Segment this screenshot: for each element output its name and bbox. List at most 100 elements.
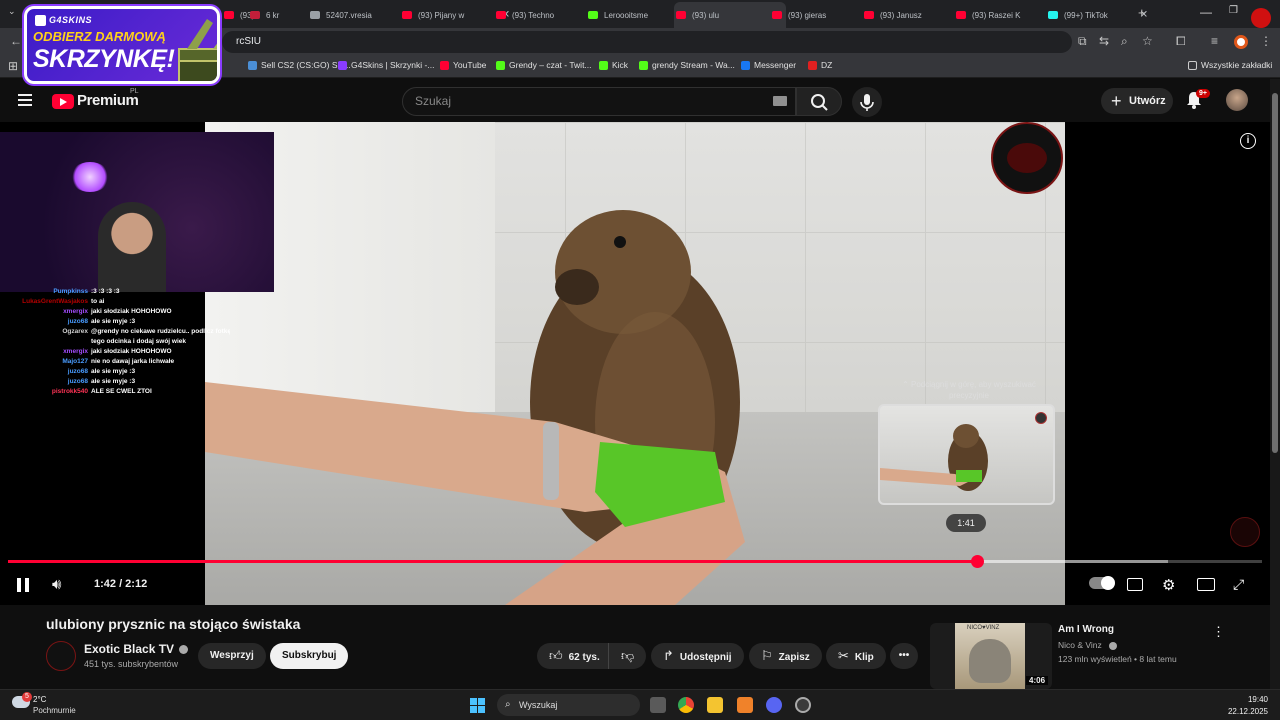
browser-tab[interactable]: (93) Janusz✕ [862,4,968,26]
zoom-icon[interactable]: ⌕ [1121,34,1128,49]
weather-temp[interactable]: 2°C [33,695,46,704]
start-windows-icon[interactable] [470,698,485,713]
chat-message: juzo68 ale sie myje :3 [0,317,230,327]
create-button[interactable]: + Utwórz [1101,88,1173,114]
channel-name-row[interactable]: Exotic Black TV [84,642,189,656]
bookmark-item[interactable]: YouTube [440,60,486,70]
save-button[interactable]: ⚐ Zapisz [749,643,822,669]
video-player[interactable]: i Pumpkinss:3 :3 :3 :3 LukasGrentWasjakos… [0,122,1270,605]
reading-list-icon[interactable]: ≡ [1211,34,1218,48]
taskbar-clock[interactable]: 19:40 22.12.2025 [1226,694,1268,718]
discord-icon[interactable] [766,697,782,713]
taskbar-search[interactable]: ⌕ Wyszukaj [497,694,640,716]
bookmark-item[interactable]: G4Skins | Skrzynki -... [338,60,434,70]
scrub-preview-time: 1:41 [946,514,986,532]
minimize-icon[interactable]: — [1200,5,1212,19]
profile-avatar-icon[interactable] [1234,35,1248,49]
create-label: Utwórz [1129,95,1166,107]
support-button[interactable]: Wesprzyj [198,643,266,669]
subtitles-icon[interactable] [1127,578,1143,591]
recommended-channel-row[interactable]: Nico & Vinz [1058,640,1118,650]
bookmark-item[interactable]: grendy Stream - Wa... [639,60,735,70]
channel-avatar[interactable] [46,641,76,671]
channel-watermark[interactable] [991,122,1063,194]
app-orange-icon[interactable] [737,697,753,713]
browser-tab[interactable]: (93) Raszei K✕ [954,4,1060,26]
clock-time: 19:40 [1247,695,1268,704]
dislike-button[interactable]: 👎︎ [608,643,647,669]
bookmark-item[interactable]: Messenger [741,60,796,70]
bookmark-item[interactable]: Grendy – czat - Twit... [496,60,592,70]
app-misc-icon[interactable] [795,697,811,713]
settings-gear-icon[interactable]: ⚙ [1162,576,1175,594]
menu-kebab-icon[interactable]: ⋮ [1260,34,1272,48]
bookmark-item[interactable]: Kick [599,60,628,70]
scrollbar-thumb[interactable] [1272,93,1278,453]
channel-name[interactable]: Exotic Black TV [84,642,174,656]
all-bookmarks[interactable]: Wszystkie zakładki [1188,60,1272,70]
profile-badge-icon[interactable] [1251,8,1271,28]
bookmark-item[interactable]: DZ [808,60,832,70]
more-actions-button[interactable]: ••• [890,643,918,669]
channel-watermark-small[interactable] [1230,517,1260,547]
chat-message: Majo127 nie no dawaj jarka lichwałe [0,357,230,367]
tab-favicon-icon [864,11,874,19]
recommended-more-icon[interactable]: ⋮ [1212,624,1225,640]
recommended-title[interactable]: Am I Wrong [1058,624,1114,635]
bookmark-favicon-icon [440,60,449,70]
bookmark-favicon-icon [639,60,648,70]
translate-icon[interactable]: ⇆ [1099,34,1109,48]
tab-search-icon[interactable]: ⌄ [8,6,16,17]
voice-search-button[interactable] [852,87,882,117]
volume-icon[interactable]: 🔊︎ [52,576,61,593]
bookmark-item[interactable]: Sell CS2 (CS:GO) Ski... [248,60,351,70]
clip-label: Klip [854,652,874,663]
page-scrollbar[interactable] [1270,79,1280,689]
chrome-icon[interactable] [678,697,694,713]
share-button[interactable]: ↱ Udostępnij [651,643,744,669]
clip-button[interactable]: ✂ Klip [826,643,886,669]
menu-hamburger-icon[interactable] [18,94,32,106]
progress-scrubber-handle[interactable] [970,555,984,568]
account-avatar[interactable] [1226,89,1248,111]
browser-tab[interactable]: (99+) TikTok ✕ [1046,4,1152,26]
browser-tab[interactable]: (93) gieras✕ [770,4,876,26]
g4skins-ad-banner[interactable]: G4SKINS ODBIERZ DARMOWĄ SKRZYNKĘ! [24,6,220,84]
maximize-icon[interactable]: ❐ [1229,5,1238,16]
pause-button[interactable] [17,578,29,592]
bookmark-favicon-icon [741,60,750,70]
youtube-logo-icon[interactable] [52,94,74,109]
subscriber-count: 451 tys. subskrybentów [84,659,179,669]
browser-tab[interactable]: (93) Techno✕ [494,4,600,26]
apps-grid-icon[interactable]: ⊞ [8,59,18,73]
weather-desc[interactable]: Pochmurnie [33,706,76,715]
back-icon[interactable]: ← [10,34,22,48]
cast-icon[interactable]: ⧉ [1078,34,1087,49]
tab-label: (93) ulu [692,10,720,20]
tab-favicon-icon [588,11,598,19]
task-view-icon[interactable] [650,697,666,713]
file-explorer-icon[interactable] [707,697,723,713]
keyboard-icon[interactable] [773,96,787,106]
extensions-icon[interactable]: ⧠ [1176,34,1186,49]
fullscreen-icon[interactable]: ⤢ [1233,576,1244,593]
scrub-preview-thumbnail [878,404,1055,505]
autoplay-toggle[interactable] [1089,576,1115,590]
like-button[interactable]: 👍︎ 62 tys. [537,643,610,669]
new-tab-icon[interactable]: + [1138,5,1146,20]
bookmark-star-icon[interactable]: ☆ [1142,34,1153,48]
video-frame[interactable] [205,122,1065,605]
chat-text: ale sie myje :3 [91,318,136,325]
search-button[interactable] [796,87,842,116]
address-bar[interactable]: rcSIU [222,31,1072,53]
chat-username: juzo68 [67,318,88,325]
search-input[interactable]: Szukaj [402,87,796,116]
search-icon [811,94,828,111]
theater-mode-icon[interactable] [1197,578,1215,591]
info-icon[interactable]: i [1240,133,1256,149]
bookmark-favicon-icon [599,60,608,70]
browser-tab[interactable]: 52407.vresia✕ [308,4,414,26]
progress-played [8,560,977,563]
subscribe-button[interactable]: Subskrybuj [270,643,349,669]
progress-bar[interactable] [8,555,1262,568]
